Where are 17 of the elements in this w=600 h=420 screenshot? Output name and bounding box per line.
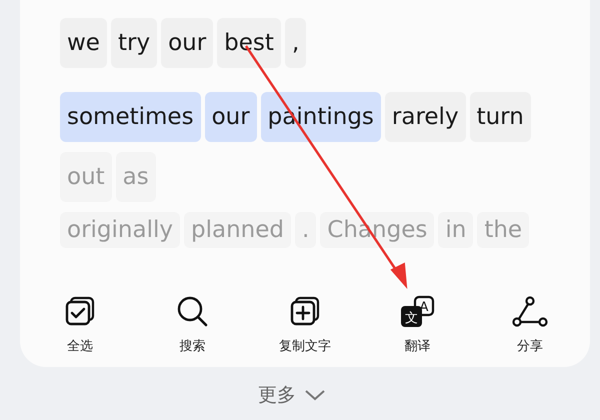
word-chip[interactable]: we [60, 18, 107, 68]
word-chip[interactable]: rarely [384, 92, 466, 142]
share-icon [510, 295, 549, 329]
word-chip[interactable]: our [161, 18, 214, 68]
toolbar-button[interactable]: 复制文字 [260, 295, 350, 355]
word-chip[interactable]: turn [470, 92, 531, 142]
word-chip[interactable]: sometimes [60, 92, 201, 142]
word-chip[interactable]: best [217, 18, 281, 68]
word-chip[interactable]: our [204, 92, 257, 142]
word-chip[interactable]: , [284, 18, 306, 68]
toolbar-button[interactable]: 搜索 [148, 295, 238, 355]
word-chip[interactable]: try [110, 18, 158, 68]
more-button[interactable]: 更多 [258, 382, 326, 408]
toolbar-button[interactable]: 分享 [484, 295, 575, 355]
toolbar-button[interactable]: 全选 [35, 295, 126, 355]
search-icon [176, 295, 210, 329]
chevron-down-icon [304, 388, 326, 402]
